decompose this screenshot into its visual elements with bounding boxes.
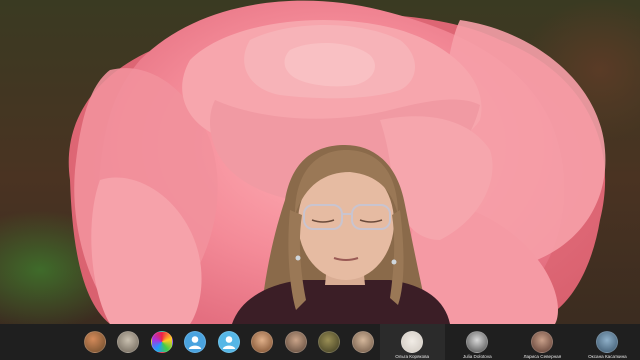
participants-bar: Ольга Корякова Julia Dolotova Лариса Сев…	[0, 324, 640, 360]
participant-avatar	[284, 331, 307, 353]
participant-tile[interactable]	[145, 324, 179, 360]
main-video-stage	[0, 0, 640, 324]
participant-avatar	[318, 331, 341, 353]
participant-tile[interactable]	[246, 324, 280, 360]
participant-tile-oksana-kasatkina[interactable]: Оксана Касаткина	[575, 324, 640, 360]
user-placeholder-icon	[184, 331, 207, 353]
participant-avatar	[251, 331, 274, 353]
presenter-video	[232, 145, 450, 324]
participant-tile[interactable]	[179, 324, 213, 360]
participant-avatar	[596, 331, 619, 353]
participant-tile-larisa-severnaya[interactable]: Лариса Северная	[510, 324, 575, 360]
participant-avatar	[401, 331, 424, 353]
participant-tile-olga-koryakova[interactable]: Ольга Корякова	[379, 324, 445, 360]
participant-avatar	[351, 331, 374, 353]
participant-tile[interactable]	[346, 324, 380, 360]
participant-avatar	[150, 331, 173, 353]
participant-tile-julia-dolotova[interactable]: Julia Dolotova	[445, 324, 510, 360]
participant-avatar	[117, 331, 140, 353]
participant-name: Ольга Корякова	[395, 354, 430, 359]
participant-avatar	[466, 331, 489, 353]
user-placeholder-icon	[217, 331, 240, 353]
participant-name: Julia Dolotova	[462, 354, 492, 359]
participant-name: Лариса Северная	[523, 354, 562, 359]
participant-tile[interactable]	[212, 324, 246, 360]
participant-tile[interactable]	[279, 324, 313, 360]
participant-tile[interactable]	[78, 324, 112, 360]
participant-name: Оксана Касаткина	[588, 354, 627, 359]
participant-tile[interactable]	[112, 324, 146, 360]
participant-avatar	[531, 331, 554, 353]
participant-avatar	[83, 331, 106, 353]
participant-tile[interactable]	[313, 324, 347, 360]
